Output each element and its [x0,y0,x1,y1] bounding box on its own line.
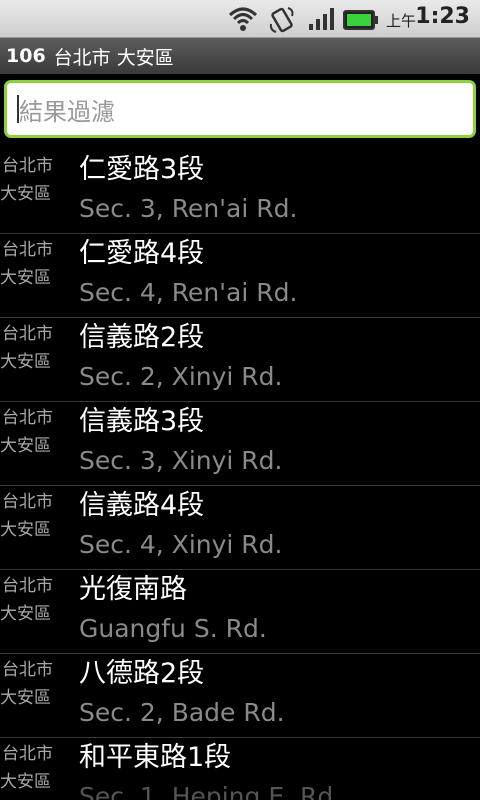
item-city: 台北市 [2,744,53,764]
item-district: 大安區 [0,436,51,456]
item-district: 大安區 [0,268,51,288]
postal-code: 106 [6,45,46,67]
filter-placeholder: 結果過濾 [19,97,115,126]
status-bar: 上午 1:23 [0,0,480,38]
list-item[interactable]: 台北市大安區 仁愛路3段 Sec. 3, Ren'ai Rd. [0,150,480,234]
item-district: 大安區 [0,520,51,540]
item-road-chinese: 仁愛路4段 [79,238,205,269]
title-bar: 106 台北市 大安區 [0,38,480,74]
item-city: 台北市 [2,576,53,596]
item-road-english: Sec. 4, Xinyi Rd. [79,530,283,559]
list-item[interactable]: 台北市大安區 信義路2段 Sec. 2, Xinyi Rd. [0,318,480,402]
item-road-chinese: 仁愛路3段 [79,154,205,185]
item-district: 大安區 [0,688,51,708]
item-city: 台北市 [2,324,53,344]
item-city: 台北市 [2,660,53,680]
item-road-english: Sec. 2, Bade Rd. [79,698,285,727]
list-item[interactable]: 台北市大安區 信義路3段 Sec. 3, Xinyi Rd. [0,402,480,486]
item-road-english: Sec. 4, Ren'ai Rd. [79,278,298,307]
signal-icon [308,6,336,36]
list-item[interactable]: 台北市大安區 光復南路 Guangfu S. Rd. [0,570,480,654]
item-road-chinese: 光復南路 [79,574,187,605]
item-district: 大安區 [0,604,51,624]
list-item[interactable]: 台北市大安區 八德路2段 Sec. 2, Bade Rd. [0,654,480,738]
list-item[interactable]: 台北市大安區 信義路4段 Sec. 4, Xinyi Rd. [0,486,480,570]
rotate-icon [268,6,296,38]
item-city: 台北市 [2,492,53,512]
item-city: 台北市 [2,156,53,176]
item-road-english: Sec. 1, Heping E. Rd. [79,782,342,800]
item-road-english: Guangfu S. Rd. [79,614,267,643]
item-city: 台北市 [2,240,53,260]
item-road-chinese: 和平東路1段 [79,742,232,773]
item-district: 大安區 [0,352,51,372]
road-list: 台北市 大安區 仁愛路3段 Sec. 3, Ren'ai Rd. 台北市 大安區 仁愛路4段… [0,150,480,800]
filter-input[interactable]: 結果過濾 [4,80,476,138]
wifi-icon [228,6,258,36]
list-item[interactable]: 台北市大安區 仁愛路4段 Sec. 4, Ren'ai Rd. [0,234,480,318]
item-road-english: Sec. 2, Xinyi Rd. [79,362,283,391]
list-item[interactable]: 台北市大安區 和平東路1段 Sec. 1, Heping E. Rd. [0,738,480,800]
search-area: 結果過濾 [0,74,480,150]
status-time: 1:23 [415,4,470,29]
status-ampm: 上午 [386,12,417,30]
item-district: 大安區 [0,184,51,204]
item-road-english: Sec. 3, Xinyi Rd. [79,446,283,475]
title-location: 台北市 大安區 [53,46,174,69]
item-road-chinese: 信義路4段 [79,490,205,521]
text-caret [17,95,19,123]
item-road-chinese: 信義路3段 [79,406,205,437]
item-district: 大安區 [0,772,51,792]
item-road-chinese: 八德路2段 [79,658,205,689]
battery-icon [343,10,379,34]
item-city: 台北市 [2,408,53,428]
item-road-chinese: 信義路2段 [79,322,205,353]
item-road-english: Sec. 3, Ren'ai Rd. [79,194,298,223]
